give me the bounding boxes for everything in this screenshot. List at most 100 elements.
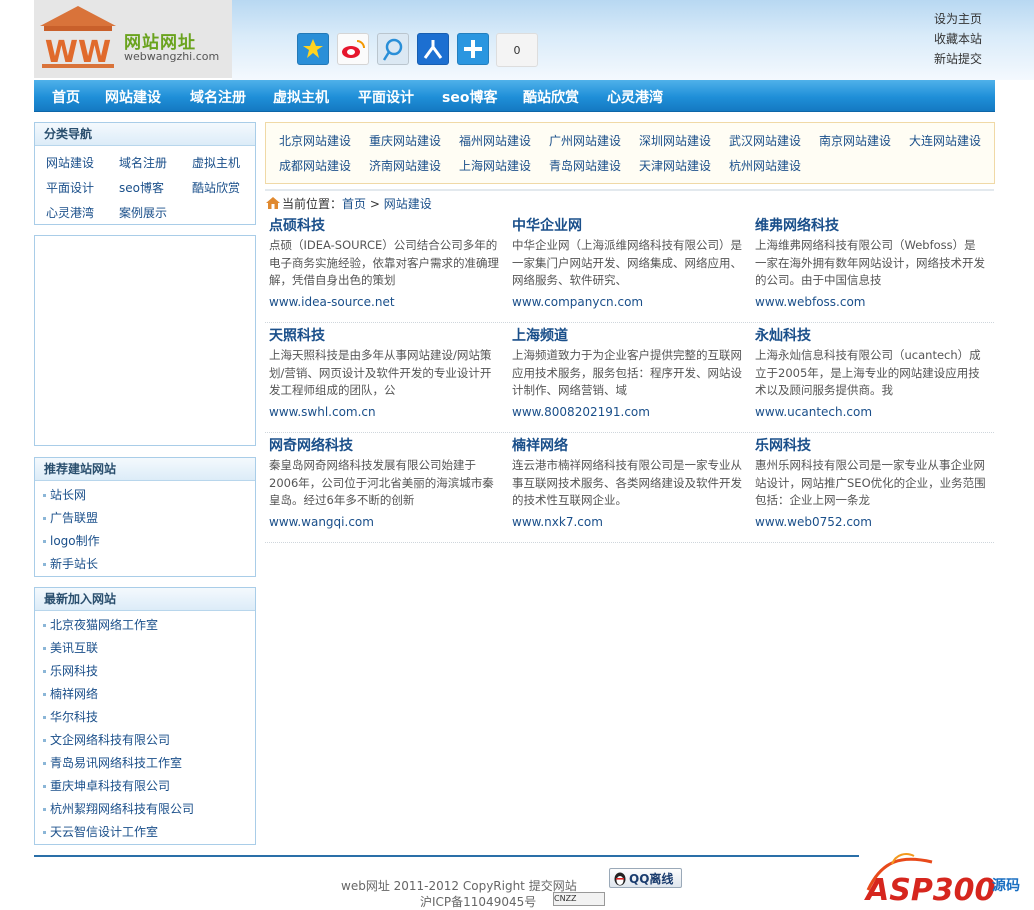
site-url-link[interactable]: www.web0752.com xyxy=(755,515,987,529)
breadcrumb-home-link[interactable]: 首页 xyxy=(342,197,366,211)
latest-site-item[interactable]: 北京夜猫网络工作室 xyxy=(43,614,255,637)
site-url-link[interactable]: www.swhl.com.cn xyxy=(269,405,501,419)
site-url-link[interactable]: www.wangqi.com xyxy=(269,515,501,529)
cnzz-label: CNZZ xyxy=(554,894,577,903)
footer-divider xyxy=(34,855,859,857)
share-count-badge[interactable]: 0 xyxy=(496,33,538,67)
site-card: 网奇网络科技 秦皇岛网奇网络科技发展有限公司始建于2006年，公司位于河北省美丽… xyxy=(269,436,501,529)
city-link[interactable]: 成都网站建设 xyxy=(279,157,351,174)
tencent-weibo-icon[interactable] xyxy=(377,33,409,65)
site-url-link[interactable]: www.companycn.com xyxy=(512,295,744,309)
site-url-link[interactable]: www.idea-source.net xyxy=(269,295,501,309)
site-name-link[interactable]: 点硕科技 xyxy=(269,216,501,236)
main-nav: 首页 网站建设 域名注册 虚拟主机 平面设计 seo博客 酷站欣赏 心灵港湾 xyxy=(34,80,995,112)
latest-site-item[interactable]: 乐网科技 xyxy=(43,660,255,683)
nav-web-building[interactable]: 网站建设 xyxy=(105,87,161,107)
nav-cool-sites[interactable]: 酷站欣赏 xyxy=(523,87,579,107)
nav-hosting[interactable]: 虚拟主机 xyxy=(273,87,329,107)
site-name-link[interactable]: 天照科技 xyxy=(269,326,501,346)
nav-domain[interactable]: 域名注册 xyxy=(190,87,246,107)
qzone-icon[interactable] xyxy=(297,33,329,65)
cnzz-stats-badge[interactable]: CNZZ xyxy=(553,892,605,906)
site-description: 惠州乐网科技有限公司是一家专业从事企业网站设计，网站推广SEO优化的企业，业务范… xyxy=(755,458,986,507)
city-link[interactable]: 北京网站建设 xyxy=(279,132,351,149)
site-description: 上海永灿信息科技有限公司（ucantech）成立于2005年，是上海专业的网站建… xyxy=(755,348,981,397)
renren-icon[interactable] xyxy=(417,33,449,65)
latest-site-item[interactable]: 楠祥网络 xyxy=(43,683,255,706)
site-name-link[interactable]: 中华企业网 xyxy=(512,216,744,236)
nav-soul-harbor[interactable]: 心灵港湾 xyxy=(607,87,663,107)
latest-site-item[interactable]: 美讯互联 xyxy=(43,637,255,660)
nav-home[interactable]: 首页 xyxy=(52,87,80,107)
category-nav-title: 分类导航 xyxy=(35,123,255,146)
more-share-icon[interactable] xyxy=(457,33,489,65)
category-item[interactable]: seo博客 xyxy=(119,179,192,196)
city-link[interactable]: 武汉网站建设 xyxy=(729,132,801,149)
city-link[interactable]: 上海网站建设 xyxy=(459,157,531,174)
site-description: 秦皇岛网奇网络科技发展有限公司始建于2006年，公司位于河北省美丽的海滨城市秦皇… xyxy=(269,458,494,507)
city-link[interactable]: 天津网站建设 xyxy=(639,157,711,174)
city-link[interactable]: 重庆网站建设 xyxy=(369,132,441,149)
category-item[interactable]: 平面设计 xyxy=(46,179,119,196)
recommend-box: 推荐建站网站 站长网 广告联盟 logo制作 新手站长 xyxy=(34,457,256,577)
breadcrumb-label: 当前位置： xyxy=(282,197,343,211)
set-homepage-link[interactable]: 设为主页 xyxy=(934,10,982,27)
site-card: 天照科技 上海天照科技是由多年从事网站建设/网站策划/营销、网页设计及软件开发的… xyxy=(269,326,501,419)
site-url-link[interactable]: www.webfoss.com xyxy=(755,295,987,309)
city-link[interactable]: 福州网站建设 xyxy=(459,132,531,149)
site-name-link[interactable]: 永灿科技 xyxy=(755,326,987,346)
latest-site-item[interactable]: 杭州絜翔网络科技有限公司 xyxy=(43,798,255,821)
svg-text:源码: 源码 xyxy=(992,877,1020,894)
weibo-icon[interactable] xyxy=(337,33,369,65)
latest-site-item[interactable]: 重庆坤卓科技有限公司 xyxy=(43,775,255,798)
site-description: 点硕（IDEA-SOURCE）公司结合公司多年的电子商务实施经验，依靠对客户需求… xyxy=(269,238,499,287)
category-item[interactable]: 心灵港湾 xyxy=(46,204,119,221)
recommend-item[interactable]: 站长网 xyxy=(43,484,255,507)
breadcrumb-current[interactable]: 网站建设 xyxy=(384,197,432,211)
site-name-link[interactable]: 乐网科技 xyxy=(755,436,987,456)
recommend-item[interactable]: 广告联盟 xyxy=(43,507,255,530)
site-description: 上海频道致力于为企业客户提供完整的互联网应用技术服务，服务包括：程序开发、网站设… xyxy=(512,348,742,397)
recommend-item[interactable]: logo制作 xyxy=(43,530,255,553)
nav-seo-blog[interactable]: seo博客 xyxy=(442,87,497,107)
city-link[interactable]: 杭州网站建设 xyxy=(729,157,801,174)
site-name-link[interactable]: 上海频道 xyxy=(512,326,744,346)
latest-site-item[interactable]: 文企网络科技有限公司 xyxy=(43,729,255,752)
qq-status-label: QQ离线 xyxy=(629,871,674,886)
category-item[interactable]: 酷站欣赏 xyxy=(192,179,265,196)
row-divider xyxy=(265,432,994,433)
latest-site-item[interactable]: 青岛易讯网络科技工作室 xyxy=(43,752,255,775)
city-link[interactable]: 青岛网站建设 xyxy=(549,157,621,174)
site-name-link[interactable]: 维弗网络科技 xyxy=(755,216,987,236)
city-link[interactable]: 大连网站建设 xyxy=(909,132,981,149)
site-url-link[interactable]: www.nxk7.com xyxy=(512,515,744,529)
latest-site-item[interactable]: 天云智信设计工作室 xyxy=(43,821,255,844)
bookmark-link[interactable]: 收藏本站 xyxy=(934,30,982,47)
svg-text:ASP300: ASP300 xyxy=(864,873,995,908)
category-item[interactable]: 网站建设 xyxy=(46,154,119,171)
category-item[interactable]: 域名注册 xyxy=(119,154,192,171)
city-link[interactable]: 南京网站建设 xyxy=(819,132,891,149)
city-link[interactable]: 广州网站建设 xyxy=(549,132,621,149)
recommend-item[interactable]: 新手站长 xyxy=(43,553,255,576)
site-url-link[interactable]: www.8008202191.com xyxy=(512,405,744,419)
footer-icp[interactable]: 沪ICP备11049045号 xyxy=(420,893,536,910)
site-name-link[interactable]: 网奇网络科技 xyxy=(269,436,501,456)
site-logo[interactable]: WW 网站网址 webwangzhi.com xyxy=(34,0,232,78)
city-link[interactable]: 济南网站建设 xyxy=(369,157,441,174)
city-link[interactable]: 深圳网站建设 xyxy=(639,132,711,149)
site-card: 上海频道 上海频道致力于为企业客户提供完整的互联网应用技术服务，服务包括：程序开… xyxy=(512,326,744,419)
site-card: 维弗网络科技 上海维弗网络科技有限公司（Webfoss）是一家在海外拥有数年网站… xyxy=(755,216,987,309)
logo-text-en: webwangzhi.com xyxy=(124,50,220,63)
category-item[interactable]: 虚拟主机 xyxy=(192,154,265,171)
qq-status-button[interactable]: QQ离线 xyxy=(609,868,682,888)
site-name-link[interactable]: 楠祥网络 xyxy=(512,436,744,456)
category-item[interactable]: 案例展示 xyxy=(119,204,192,221)
breadcrumb-separator: > xyxy=(369,197,380,211)
site-description: 上海维弗网络科技有限公司（Webfoss）是一家在海外拥有数年网站设计，网络技术… xyxy=(755,238,985,287)
site-url-link[interactable]: www.ucantech.com xyxy=(755,405,987,419)
submit-site-link[interactable]: 新站提交 xyxy=(934,50,982,67)
site-description: 连云港市楠祥网络科技有限公司是一家专业从事互联网技术服务、各类网络建设及软件开发… xyxy=(512,458,742,507)
latest-site-item[interactable]: 华尔科技 xyxy=(43,706,255,729)
nav-graphic-design[interactable]: 平面设计 xyxy=(358,87,414,107)
